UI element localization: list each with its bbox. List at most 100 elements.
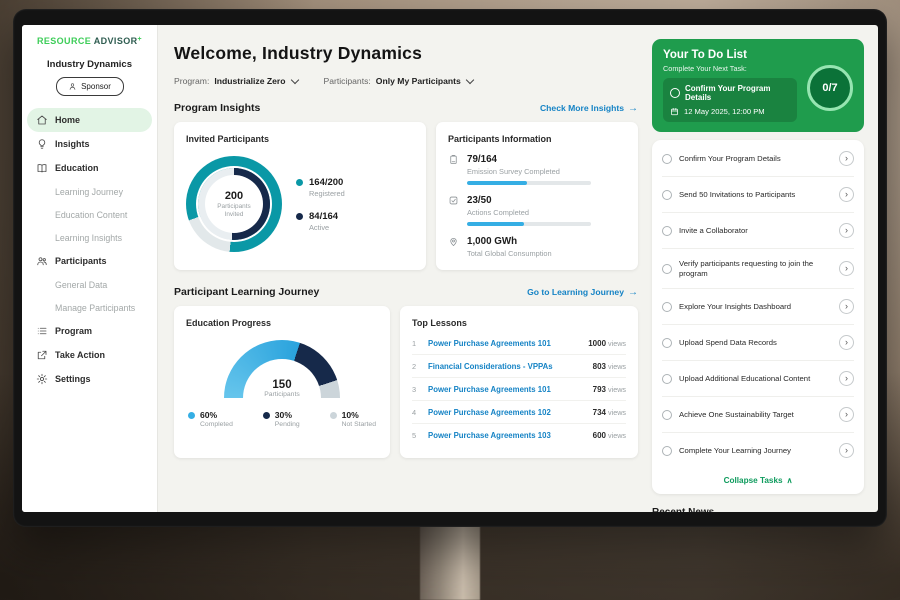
pending-label: Pending xyxy=(275,421,300,428)
stat-value: 1,000 GWh xyxy=(467,236,552,247)
chevron-glyph: › xyxy=(845,190,848,199)
recent-news-heading: Recent News xyxy=(652,507,864,512)
views-count: 803 xyxy=(593,362,606,371)
invited-total-label: Participants Invited xyxy=(211,203,257,219)
legend-item-pending: 30% Pending xyxy=(263,410,300,428)
checkbox-circle-icon[interactable] xyxy=(662,226,672,236)
task-row[interactable]: Confirm Your Program Details › xyxy=(662,141,854,177)
legend-item-registered: 164/200 Registered xyxy=(296,177,345,198)
sidebar-item-learning-insights[interactable]: Learning Insights xyxy=(22,226,157,249)
collapse-tasks-link[interactable]: Collapse Tasks ∧ xyxy=(662,468,854,490)
chevron-down-icon xyxy=(290,75,298,83)
views-count: 1000 xyxy=(588,339,606,348)
external-action-icon xyxy=(36,349,48,361)
chevron-right-icon[interactable]: › xyxy=(839,261,854,276)
task-row[interactable]: Send 50 Invitations to Participants › xyxy=(662,177,854,213)
checkbox-circle-icon[interactable] xyxy=(662,374,672,384)
task-row[interactable]: Upload Spend Data Records › xyxy=(662,325,854,361)
todo-panel: Your To Do List Complete Your Next Task:… xyxy=(652,25,878,512)
chevron-right-icon[interactable]: › xyxy=(839,223,854,238)
sidebar-item-participants[interactable]: Participants xyxy=(22,249,157,273)
chevron-right-icon[interactable]: › xyxy=(839,407,854,422)
lesson-link[interactable]: Power Purchase Agreements 101 xyxy=(428,339,580,348)
sidebar-item-education[interactable]: Education xyxy=(22,156,157,180)
task-label: Upload Additional Educational Content xyxy=(679,374,832,384)
checkbox-circle-icon[interactable] xyxy=(662,302,672,312)
task-row[interactable]: Upload Additional Educational Content › xyxy=(662,361,854,397)
logo-resource: RESOURCE xyxy=(37,36,91,46)
link-label: Go to Learning Journey xyxy=(527,287,624,297)
not-started-label: Not Started xyxy=(342,421,376,428)
program-insights-section-header: Program Insights Check More Insights → xyxy=(174,102,642,114)
lesson-link[interactable]: Power Purchase Agreements 101 xyxy=(428,385,585,394)
not-started-pct: 10% xyxy=(342,410,376,420)
checkbox-circle-icon[interactable] xyxy=(670,88,680,98)
program-filter: Program: Industrialize Zero xyxy=(174,76,298,86)
sidebar-item-label: Learning Insights xyxy=(55,233,122,243)
chevron-right-icon[interactable]: › xyxy=(839,371,854,386)
sidebar-item-general-data[interactable]: General Data xyxy=(22,273,157,296)
chevron-right-icon[interactable]: › xyxy=(839,443,854,458)
checkbox-circle-icon[interactable] xyxy=(662,446,672,456)
monitor-stand xyxy=(420,522,480,600)
sidebar-item-education-content[interactable]: Education Content xyxy=(22,203,157,226)
task-row[interactable]: Achieve One Sustainability Target › xyxy=(662,397,854,433)
go-to-learning-journey-link[interactable]: Go to Learning Journey → xyxy=(527,287,638,298)
filter-bar: Program: Industrialize Zero Participants… xyxy=(174,76,642,86)
checkbox-circle-icon[interactable] xyxy=(662,338,672,348)
emission-progress-bar xyxy=(467,181,591,185)
donut-center-label: 200 Participants Invited xyxy=(186,156,282,252)
invited-legend: 164/200 Registered 84/164 Active xyxy=(296,177,345,232)
chevron-right-icon[interactable]: › xyxy=(839,151,854,166)
sidebar-item-program[interactable]: Program xyxy=(22,319,157,343)
calendar-icon xyxy=(670,107,679,116)
next-task-due: 12 May 2025, 12:00 PM xyxy=(684,107,765,116)
legend-dot-not-started xyxy=(330,412,337,419)
sidebar-item-manage-participants[interactable]: Manage Participants xyxy=(22,296,157,319)
checkbox-circle-icon[interactable] xyxy=(662,264,672,274)
task-row[interactable]: Complete Your Learning Journey › xyxy=(662,433,854,468)
task-label: Confirm Your Program Details xyxy=(679,154,832,164)
program-filter-label: Program: xyxy=(174,76,209,86)
next-task-row[interactable]: Confirm Your Program Details xyxy=(670,84,790,102)
chevron-right-icon[interactable]: › xyxy=(839,299,854,314)
sidebar-item-label: Settings xyxy=(55,374,91,384)
sponsor-label: Sponsor xyxy=(81,82,111,91)
book-icon xyxy=(36,162,48,174)
active-value: 84/164 xyxy=(309,211,338,222)
chevron-right-icon[interactable]: › xyxy=(839,187,854,202)
stat-label: Actions Completed xyxy=(467,208,591,217)
program-select[interactable]: Industrialize Zero xyxy=(214,76,297,86)
check-more-insights-link[interactable]: Check More Insights → xyxy=(540,103,638,114)
chevron-down-icon xyxy=(466,75,474,83)
sidebar-item-take-action[interactable]: Take Action xyxy=(22,343,157,367)
sidebar-item-insights[interactable]: Insights xyxy=(22,132,157,156)
sidebar-item-label: Take Action xyxy=(55,350,105,360)
sidebar: RESOURCE ADVISOR+ Industry Dynamics Spon… xyxy=(22,25,158,512)
chevron-glyph: › xyxy=(845,374,848,383)
lesson-link[interactable]: Power Purchase Agreements 102 xyxy=(428,408,585,417)
task-row[interactable]: Verify participants requesting to join t… xyxy=(662,249,854,289)
lesson-link[interactable]: Power Purchase Agreements 103 xyxy=(428,431,585,440)
participants-select[interactable]: Only My Participants xyxy=(376,76,473,86)
chevron-glyph: › xyxy=(845,446,848,455)
completed-pct: 60% xyxy=(200,410,233,420)
card-title: Education Progress xyxy=(186,318,378,328)
sidebar-item-settings[interactable]: Settings xyxy=(22,367,157,391)
task-row[interactable]: Explore Your Insights Dashboard › xyxy=(662,289,854,325)
views-word: views xyxy=(608,385,626,394)
chevron-right-icon[interactable]: › xyxy=(839,335,854,350)
next-task-label: Confirm Your Program Details xyxy=(685,84,790,102)
checkbox-circle-icon[interactable] xyxy=(662,190,672,200)
clipboard-icon xyxy=(448,154,459,185)
checkbox-circle-icon[interactable] xyxy=(662,154,672,164)
lesson-link[interactable]: Financial Considerations - VPPAs xyxy=(428,362,585,371)
sidebar-item-learning-journey[interactable]: Learning Journey xyxy=(22,180,157,203)
checkbox-circle-icon[interactable] xyxy=(662,410,672,420)
views-word: views xyxy=(608,362,626,371)
sidebar-item-label: Participants xyxy=(55,256,107,266)
education-legend: 60% Completed 30% Pending xyxy=(186,410,378,428)
sidebar-item-home[interactable]: Home xyxy=(27,108,152,132)
task-row[interactable]: Invite a Collaborator › xyxy=(662,213,854,249)
sponsor-badge[interactable]: Sponsor xyxy=(56,77,124,96)
